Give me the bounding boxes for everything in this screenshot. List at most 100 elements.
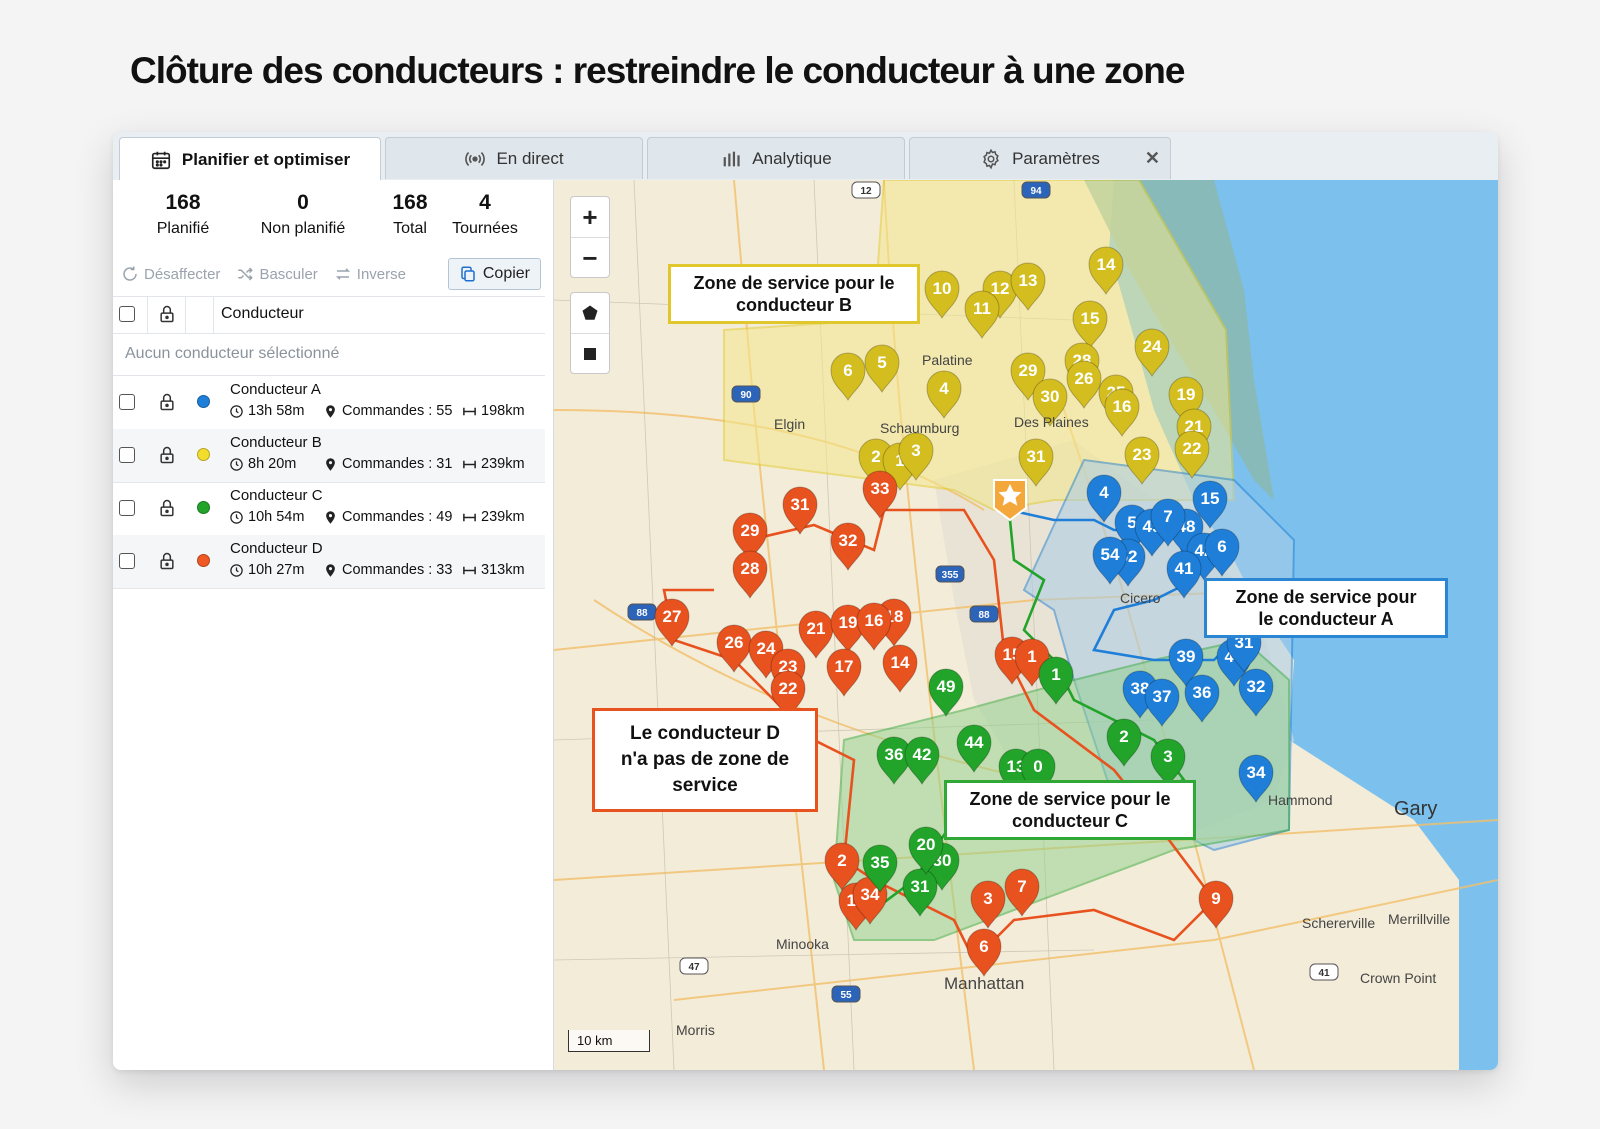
tab-settings[interactable]: Paramètres ✕ [909,137,1171,179]
driver-row[interactable]: Conducteur B 8h 20m Commandes : 31 239km [113,429,545,483]
tab-label: Planifier et optimiser [181,149,351,169]
shield-label: 355 [942,570,959,581]
place-label: Minooka [776,936,829,952]
stop-pin-orange: 28 [732,550,768,599]
pin-label: 13 [1019,271,1038,290]
driver-checkbox[interactable] [119,500,135,516]
lock-icon[interactable] [157,498,177,518]
distance-icon [463,407,476,415]
driver-name: Conducteur A [230,381,321,398]
lock-icon[interactable] [157,304,177,324]
pin-label: 11 [973,299,991,318]
gear-icon [983,148,999,169]
pin-label: 36 [1193,683,1212,702]
pin-label: 29 [1019,361,1038,380]
clock-icon [230,404,243,418]
pin-label: 1 [1027,647,1036,666]
stat-label: Tournées [452,220,518,237]
shield-label: 90 [740,390,752,401]
stop-pin-orange: 21 [798,610,834,659]
reverse-label: Inverse [356,265,406,283]
draw-rectangle-button[interactable] [571,334,609,374]
stat-planned: 168 Planifié [143,190,223,240]
callout-zone-a: Zone de service pour le conducteur A [1204,578,1448,638]
pin-label: 4 [1099,483,1109,502]
driver-row[interactable]: Conducteur C 10h 54m Commandes : 49 239km [113,482,545,536]
driver-row[interactable]: Conducteur A 13h 58m Commandes : 55 198km [113,376,545,430]
driver-name: Conducteur D [230,540,323,557]
driver-checkbox[interactable] [119,394,135,410]
pin-label: 1 [1051,665,1060,684]
driver-checkbox[interactable] [119,447,135,463]
location-pin-icon [326,457,335,471]
shield-label: 41 [1318,968,1330,979]
copy-button[interactable]: Copier [447,258,541,290]
pin-label: 24 [1143,337,1162,356]
toggle-label: Basculer [259,265,318,283]
pin-label: 33 [871,479,890,498]
map-scale: 10 km [568,1030,650,1052]
pin-label: 16 [865,611,884,630]
pin-label: 6 [843,361,852,380]
pin-label: 41 [1175,559,1194,578]
driver-time: 13h 58m [229,403,304,419]
place-label: Gary [1394,798,1438,820]
driver-row[interactable]: Conducteur D 10h 27m Commandes : 33 313km [113,535,545,589]
stat-total: 168 Total [375,190,445,240]
driver-checkbox[interactable] [119,553,135,569]
select-all-checkbox[interactable] [119,306,135,322]
pin-label: 7 [1163,507,1172,526]
copy-label: Copier [482,265,530,282]
map-view[interactable]: 1294908835588475541294 10121311141565429… [554,180,1498,1070]
shield-label: 47 [688,962,700,973]
pin-label: 34 [1247,763,1266,782]
refresh-icon [123,266,137,281]
lock-icon[interactable] [157,551,177,571]
stop-pin-orange: 14 [882,644,918,693]
highway-shield: 88 [627,603,657,621]
tab-plan-optimize[interactable]: Planifier et optimiser [119,137,381,181]
driver-time: 8h 20m [229,456,296,472]
driver-time-value: 10h 54m [248,509,305,525]
location-pin-icon [326,404,335,418]
pin-label: 26 [725,633,744,652]
zoom-control: + − [570,196,610,278]
place-label: Des Plaines [1014,414,1089,430]
close-icon[interactable]: ✕ [1145,148,1160,169]
tab-live[interactable]: En direct [385,137,643,179]
driver-color-dot [197,554,210,567]
tab-analytics[interactable]: Analytique [647,137,905,179]
pin-label: 2 [837,851,846,870]
highway-shield: 47 [679,957,709,975]
distance-icon [463,513,476,521]
highway-shield: 355 [935,565,965,583]
pin-label: 31 [791,495,810,514]
distance-icon [463,460,476,468]
broadcast-icon [465,151,486,166]
highway-shield: 88 [969,605,999,623]
driver-distance: 198km [462,403,525,419]
pin-label: 15 [1081,309,1100,328]
zoom-out-button[interactable]: − [571,238,609,278]
stat-label: Total [393,220,427,237]
unassign-label: Désaffecter [144,265,221,283]
pin-label: 29 [741,521,760,540]
lock-icon[interactable] [157,445,177,465]
pin-label: 23 [1133,445,1152,464]
zoom-in-button[interactable]: + [571,197,609,238]
reverse-button[interactable]: Inverse [334,265,406,283]
driver-time-value: 10h 27m [248,562,305,578]
pin-label: 4 [939,379,949,398]
page-title: Clôture des conducteurs : restreindre le… [130,50,1185,91]
lock-icon[interactable] [157,392,177,412]
stat-value: 168 [392,191,428,214]
column-header-driver[interactable]: Conducteur [221,305,304,323]
draw-polygon-button[interactable] [571,293,609,334]
stop-pin-orange: 31 [782,486,818,535]
stat-value: 168 [165,191,201,214]
toggle-button[interactable]: Basculer [236,265,318,283]
stop-pin-green: 49 [928,668,964,717]
pin-label: 42 [913,745,932,764]
pin-label: 9 [1211,889,1220,908]
unassign-button[interactable]: Désaffecter [121,265,220,283]
